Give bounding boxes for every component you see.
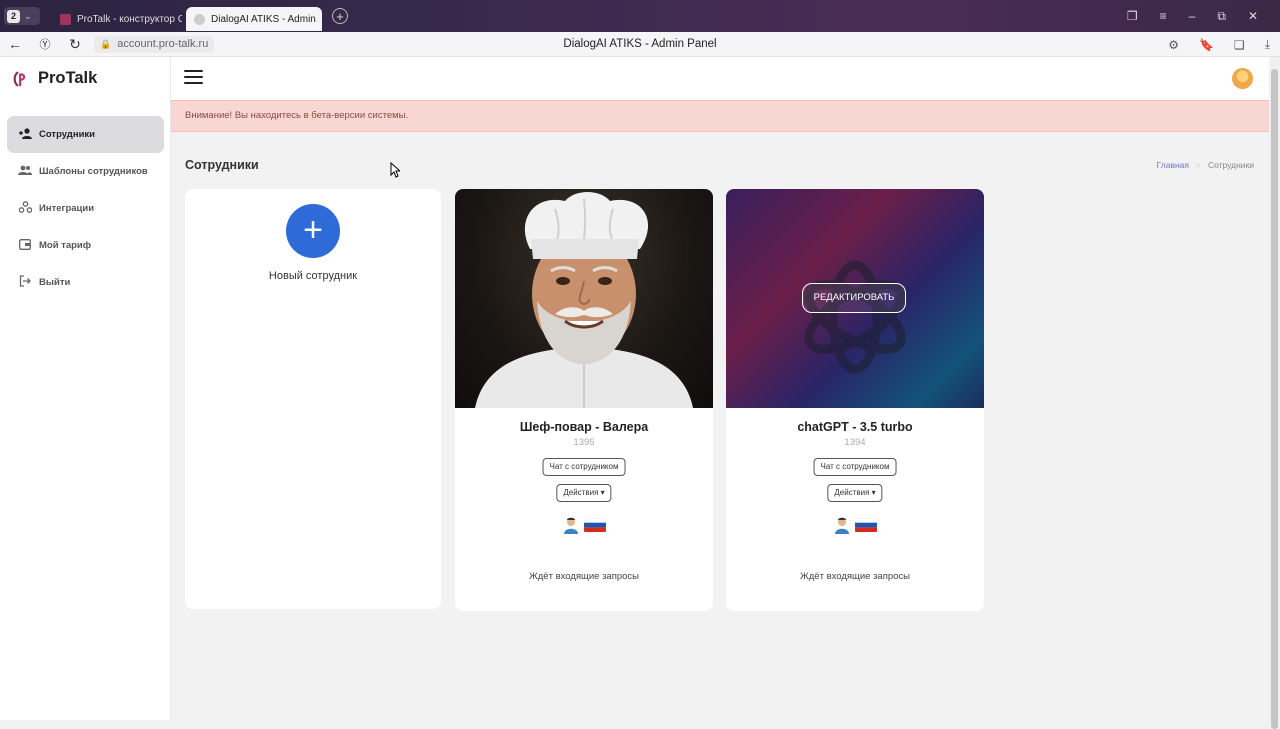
actions-dropdown-button[interactable]: Действия ▾	[827, 484, 882, 502]
sidebar: ProTalk Сотрудники Шаблоны сотрудников И…	[0, 57, 171, 720]
yandex-icon[interactable]: Ⓨ	[30, 36, 60, 52]
protalk-favicon-icon	[60, 14, 71, 25]
collections-icon[interactable]: ❏	[1234, 38, 1245, 52]
brand-logo[interactable]: ProTalk	[12, 69, 97, 88]
download-icon[interactable]: ⤓	[1265, 37, 1270, 52]
browser-tab-protalk[interactable]: ProTalk - конструктор GPT	[52, 7, 182, 31]
russia-flag-icon	[584, 518, 606, 532]
restore-icon[interactable]: ⧉	[1217, 9, 1226, 24]
integrations-icon	[17, 201, 33, 216]
sidebar-item-label: Интеграции	[39, 203, 94, 214]
logout-icon	[17, 275, 33, 290]
employee-card: Шеф-повар - Валера 1395 Чат с сотруднико…	[455, 189, 713, 611]
breadcrumb-current: Сотрудники	[1208, 160, 1254, 170]
actions-label: Действия	[834, 488, 869, 497]
sidebar-item-label: Шаблоны сотрудников	[39, 166, 148, 177]
reload-icon[interactable]: ↻	[60, 36, 90, 53]
sidebar-item-label: Выйти	[39, 277, 70, 288]
new-tab-icon[interactable]: +	[332, 8, 348, 24]
chef-portrait-image	[455, 189, 713, 408]
actions-label: Действия	[563, 488, 598, 497]
window-controls: ❐ ≡ – ⧉ ✕	[1127, 0, 1280, 32]
beta-alert: Внимание! Вы находитесь в бета-версии си…	[171, 100, 1269, 132]
lock-icon: 🔒	[100, 39, 111, 50]
employee-id: 1395	[455, 437, 713, 448]
minimize-icon[interactable]: –	[1189, 9, 1196, 23]
edit-employee-button[interactable]: РЕДАКТИРОВАТЬ	[802, 283, 906, 313]
new-employee-label: Новый сотрудник	[185, 270, 441, 282]
add-employee-button[interactable]: +	[286, 204, 340, 258]
tab-counter[interactable]: 2 ⌄	[4, 7, 40, 25]
employee-photo[interactable]	[455, 189, 713, 408]
mouse-cursor-icon	[390, 162, 400, 178]
sidebar-item-employees[interactable]: Сотрудники	[7, 116, 164, 153]
person-icon	[562, 516, 580, 534]
russia-flag-icon	[855, 518, 877, 532]
page-title: Сотрудники	[185, 158, 259, 172]
employee-photo[interactable]: РЕДАКТИРОВАТЬ	[726, 189, 984, 408]
tab-count: 2	[7, 10, 20, 23]
url-field[interactable]: 🔒 account.pro-talk.ru	[94, 36, 214, 53]
new-employee-card[interactable]: + Новый сотрудник	[185, 189, 441, 609]
caret-down-icon: ▾	[872, 488, 876, 497]
users-icon	[17, 165, 33, 178]
sidebar-item-tariff[interactable]: Мой тариф	[7, 227, 164, 264]
menu-icon[interactable]: ≡	[1160, 9, 1167, 23]
sidebar-nav: Сотрудники Шаблоны сотрудников Интеграци…	[7, 116, 164, 301]
tabs-view-icon[interactable]: ❐	[1127, 9, 1138, 23]
employee-meta-icons	[562, 516, 606, 534]
breadcrumb-separator: >	[1196, 160, 1201, 170]
top-header	[171, 57, 1269, 100]
employee-status: Ждёт входящие запросы	[455, 571, 713, 582]
breadcrumb-home-link[interactable]: Главная	[1157, 160, 1189, 170]
sidebar-item-templates[interactable]: Шаблоны сотрудников	[7, 153, 164, 190]
employee-name: Шеф-повар - Валера	[455, 420, 713, 434]
person-icon	[833, 516, 851, 534]
protalk-logo-icon	[12, 70, 30, 88]
globe-favicon-icon	[194, 14, 205, 25]
chat-with-employee-button[interactable]: Чат с сотрудником	[814, 458, 897, 476]
sidebar-item-logout[interactable]: Выйти	[7, 264, 164, 301]
url-text: account.pro-talk.ru	[117, 38, 208, 50]
tab-label: DialogAI ATIKS - Admin	[211, 14, 316, 25]
caret-down-icon: ▾	[601, 488, 605, 497]
close-window-icon[interactable]: ✕	[1248, 9, 1258, 23]
extensions-icon[interactable]: ⚙	[1168, 38, 1179, 52]
address-bar: DialogAI ATIKS - Admin Panel ← Ⓨ ↻ 🔒 acc…	[0, 32, 1280, 57]
employee-id: 1394	[726, 437, 984, 448]
address-actions: ⚙ 🔖 ❏ ⤓	[1168, 32, 1270, 57]
sidebar-item-label: Мой тариф	[39, 240, 91, 251]
employee-meta-icons	[833, 516, 877, 534]
user-avatar[interactable]	[1232, 68, 1253, 89]
employee-status: Ждёт входящие запросы	[726, 571, 984, 582]
breadcrumb: Главная > Сотрудники	[1157, 160, 1254, 170]
chat-with-employee-button[interactable]: Чат с сотрудником	[543, 458, 626, 476]
wallet-icon	[17, 239, 33, 253]
hamburger-menu-icon[interactable]	[184, 70, 203, 84]
chevron-down-icon: ⌄	[24, 11, 32, 22]
tab-label: ProTalk - конструктор GPT	[77, 14, 182, 25]
scrollbar-thumb[interactable]	[1271, 69, 1278, 729]
brand-name: ProTalk	[38, 69, 97, 88]
user-plus-icon	[17, 128, 33, 142]
actions-dropdown-button[interactable]: Действия ▾	[556, 484, 611, 502]
bookmark-icon[interactable]: 🔖	[1199, 38, 1214, 52]
browser-tab-admin[interactable]: DialogAI ATIKS - Admin ✕	[186, 7, 322, 31]
sidebar-item-integrations[interactable]: Интеграции	[7, 190, 164, 227]
back-icon[interactable]: ←	[0, 36, 30, 52]
employee-name: chatGPT - 3.5 turbo	[726, 420, 984, 434]
employee-card: РЕДАКТИРОВАТЬ chatGPT - 3.5 turbo 1394 Ч…	[726, 189, 984, 611]
browser-tab-bar: 2 ⌄ ProTalk - конструктор GPT DialogAI A…	[0, 0, 1280, 32]
page-scrollbar[interactable]	[1269, 57, 1280, 720]
sidebar-item-label: Сотрудники	[39, 129, 95, 140]
